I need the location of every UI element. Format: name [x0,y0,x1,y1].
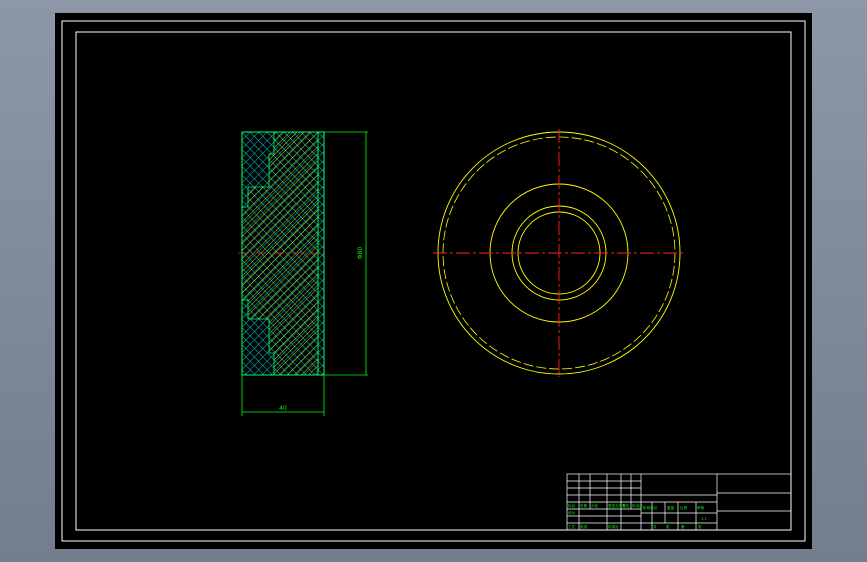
title-block-cell: 标记 [568,503,576,508]
front-view[interactable] [433,129,685,377]
title-block-cell: 设计 [568,510,576,515]
inner-frame [75,31,792,531]
section-view[interactable] [238,131,328,376]
title-block-cell: 标准化 [608,524,619,529]
cad-viewport[interactable]: Φ80 40 标记 处数 分区 更改文件号 签名 年月日 设计 标准化 阶段标记… [55,13,812,549]
title-block-cell: 分区 [591,503,599,508]
dimension-height-label: Φ80 [357,247,364,260]
title-block-cell: 第 [681,524,685,529]
title-block-cell: 签名 [622,503,630,508]
dimension-height[interactable]: Φ80 [324,131,368,376]
title-block-cell: 审核 [697,505,705,510]
title-block-cell: 张 [698,524,702,529]
title-block-cell: 1:1 [701,517,707,521]
title-block-cell: 处数 [580,503,588,508]
dimension-width[interactable]: 40 [241,375,325,416]
title-block-cell: 阶段标记 [643,505,658,510]
title-block-cell: 重量 [667,505,675,510]
title-block-cell: 共 [653,524,657,529]
title-block-cell: 批准 [580,524,588,529]
title-block-cell: 张 [666,524,670,529]
drawing-canvas[interactable]: Φ80 40 标记 处数 分区 更改文件号签名 年月日设计标准化阶段标记 重量 … [55,13,812,549]
title-block-cell: 工艺 [568,524,576,529]
outer-frame [61,20,806,542]
dimension-width-label: 40 [279,405,287,412]
title-block[interactable] [566,473,792,531]
title-block-cell: 比例 [680,505,688,510]
title-block-cell: 年月日 [632,503,643,508]
